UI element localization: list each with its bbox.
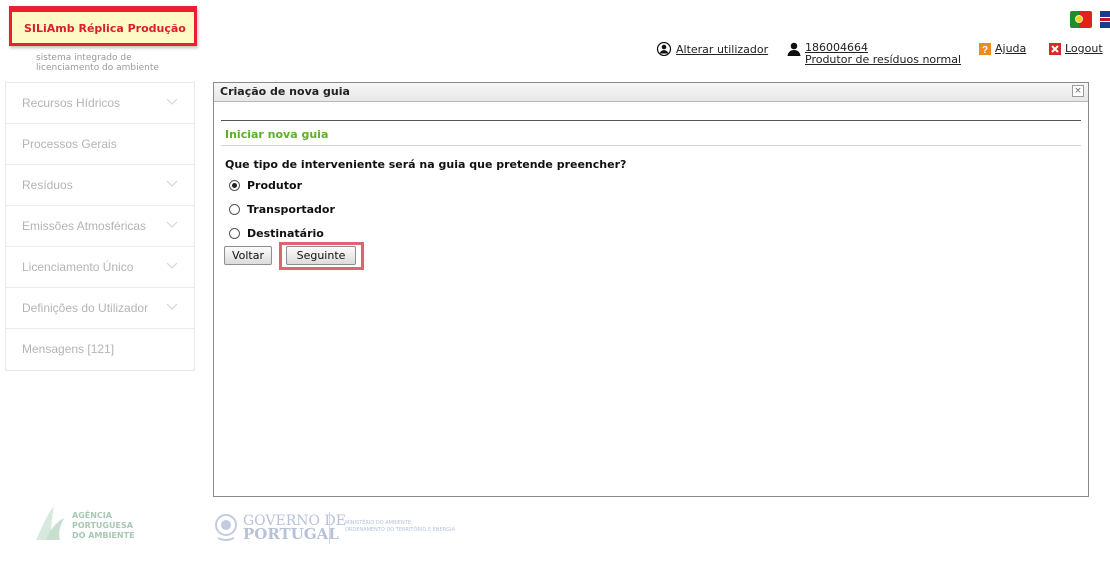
chevron-down-icon (166, 303, 178, 310)
change-user-link[interactable]: Alterar utilizador (656, 41, 768, 59)
gov-line2: PORTUGAL (243, 525, 339, 543)
app-title: SILiAmb Réplica Produção (24, 22, 186, 35)
question-label: Que tipo de interveniente será na guia q… (225, 158, 627, 171)
close-x-icon (1049, 43, 1061, 58)
chevron-down-icon (166, 180, 178, 187)
radio-button-destinatario[interactable] (229, 228, 240, 239)
sidebar-item-mensagens[interactable]: Mensagens [121] (6, 329, 194, 370)
user-role-link[interactable]: Produtor de resíduos normal (805, 53, 961, 66)
sidebar-item-label: Recursos Hídricos (22, 96, 121, 110)
change-user-label[interactable]: Alterar utilizador (676, 43, 768, 56)
chevron-down-icon (166, 221, 178, 228)
government-emblem-icon (215, 514, 237, 541)
apa-line3: DO AMBIENTE (72, 531, 135, 540)
chevron-down-icon (166, 262, 178, 269)
sidebar-item-label: Processos Gerais (22, 137, 117, 151)
government-logo-text: GOVERNO DE PORTUGAL (243, 514, 346, 543)
close-icon[interactable]: × (1072, 85, 1084, 97)
app-brand-box[interactable]: SILiAmb Réplica Produção (9, 6, 197, 46)
logout-label[interactable]: Logout (1065, 42, 1103, 55)
svg-text:?: ? (982, 45, 988, 55)
sidebar-item-recursos-hidricos[interactable]: Recursos Hídricos (6, 83, 194, 124)
radio-button-produtor[interactable] (229, 180, 240, 191)
ministry-text: MINISTÉRIO DO AMBIENTE, ORDENAMENTO DO T… (345, 520, 455, 534)
divider (221, 145, 1081, 146)
sidebar-item-label: Emissões Atmosféricas (22, 219, 147, 233)
panel-header: Criação de nova guia × (214, 83, 1088, 102)
help-link[interactable]: ? Ajuda (979, 42, 1026, 58)
apa-logo-icon (36, 506, 64, 540)
ministry-line1: MINISTÉRIO DO AMBIENTE, (345, 520, 413, 526)
sidebar-item-licenciamento-unico[interactable]: Licenciamento Único (6, 247, 194, 288)
divider (221, 120, 1081, 121)
apa-line2: PORTUGUESA (72, 521, 133, 530)
radio-option-destinatario[interactable]: Destinatário (229, 227, 324, 240)
portugal-flag-icon[interactable] (1070, 11, 1092, 28)
new-guide-panel: Criação de nova guia × Iniciar nova guia… (213, 82, 1089, 497)
help-label[interactable]: Ajuda (995, 42, 1026, 55)
sidebar-item-label: Mensagens [121] (22, 342, 115, 356)
chevron-down-icon (166, 98, 178, 105)
app-subtitle-line1: sistema integrado de (36, 53, 132, 63)
apa-logo-text: AGÊNCIA PORTUGUESA DO AMBIENTE (72, 511, 135, 541)
app-subtitle: sistema integrado de licenciamento do am… (36, 53, 159, 73)
panel-title: Criação de nova guia (220, 85, 350, 98)
footer-divider (329, 512, 330, 544)
ministry-line2: ORDENAMENTO DO TERRITÓRIO E ENERGIA (345, 527, 455, 533)
question-mark-icon: ? (979, 43, 991, 58)
next-button[interactable]: Seguinte (286, 246, 356, 265)
radio-option-transportador[interactable]: Transportador (229, 203, 335, 216)
back-button[interactable]: Voltar (224, 246, 272, 265)
sidebar-item-label: Definições do Utilizador (22, 301, 149, 315)
radio-option-produtor[interactable]: Produtor (229, 179, 302, 192)
current-user: 186004664 Produtor de resíduos normal (787, 42, 961, 66)
sidebar-item-label: Resíduos (22, 178, 73, 192)
apa-line1: AGÊNCIA (72, 511, 112, 520)
sidebar-item-label: Licenciamento Único (22, 260, 134, 274)
radio-label: Transportador (247, 203, 335, 216)
uk-flag-icon[interactable] (1100, 11, 1110, 28)
user-switch-icon (656, 41, 672, 59)
sidebar-item-processos-gerais[interactable]: Processos Gerais (6, 124, 194, 165)
sidebar-menu: Recursos Hídricos Processos Gerais Resíd… (5, 82, 195, 371)
person-icon (787, 42, 801, 59)
sidebar-item-residuos[interactable]: Resíduos (6, 165, 194, 206)
radio-label: Destinatário (247, 227, 324, 240)
radio-label: Produtor (247, 179, 302, 192)
sidebar-item-emissoes-atmosfericas[interactable]: Emissões Atmosféricas (6, 206, 194, 247)
sidebar-item-definicoes-utilizador[interactable]: Definições do Utilizador (6, 288, 194, 329)
app-subtitle-line2: licenciamento do ambiente (36, 63, 159, 73)
logout-link[interactable]: Logout (1049, 42, 1103, 58)
section-title: Iniciar nova guia (225, 128, 329, 141)
radio-button-transportador[interactable] (229, 204, 240, 215)
